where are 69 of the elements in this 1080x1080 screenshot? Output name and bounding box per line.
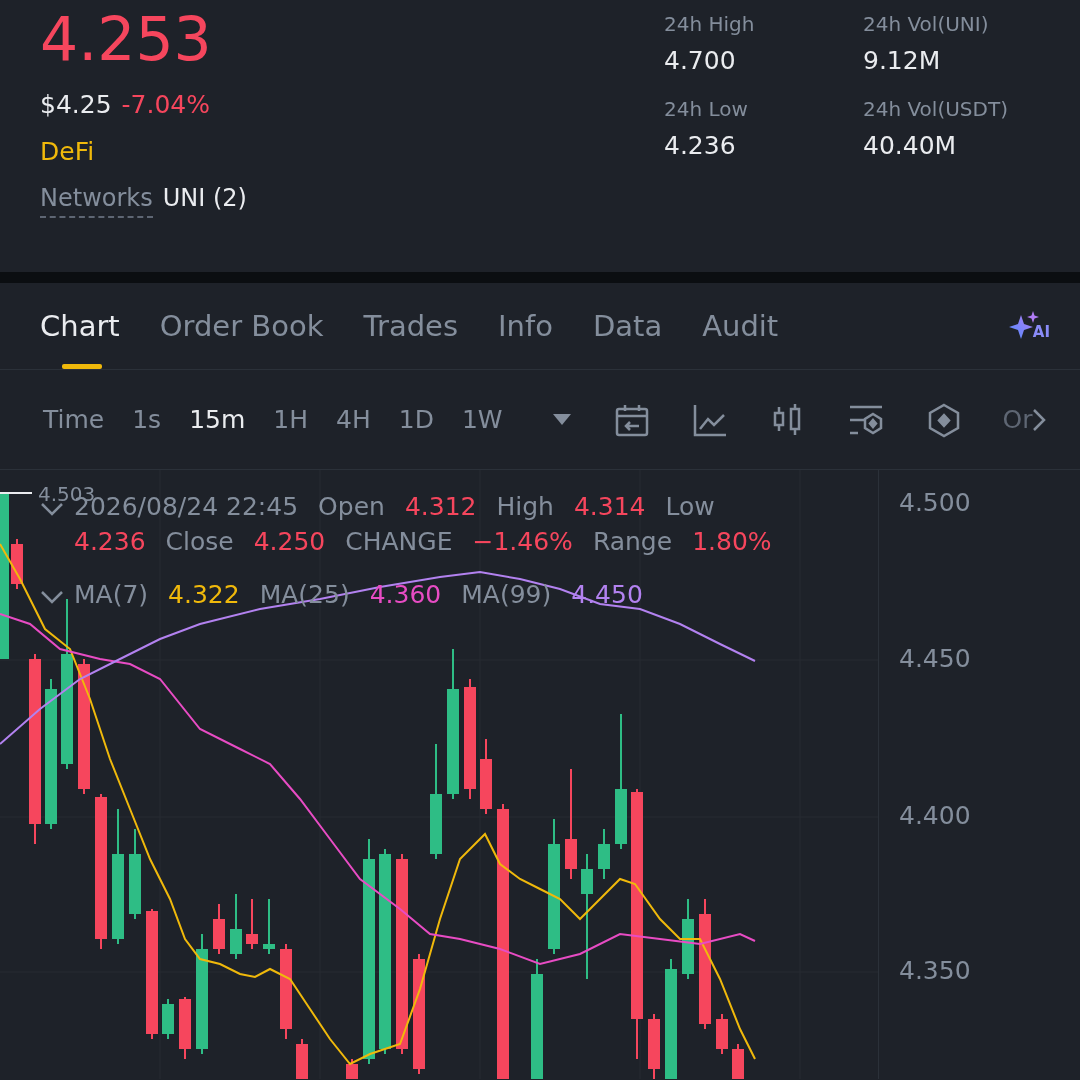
tab[interactable]: Trades [363,282,459,370]
candle [213,903,225,955]
more-tool[interactable]: Or [1002,405,1033,434]
tab[interactable]: Info [498,282,553,370]
price-axis-label: 4.400 [899,801,971,830]
caret-down-icon[interactable] [552,414,571,425]
last-price: 4.253 [40,4,213,74]
ma-label: MA(99) [461,580,552,609]
candle [732,1043,744,1079]
candle [346,1058,358,1079]
high-marker-line [0,492,33,494]
price-change: -7.04% [121,90,211,119]
candle [598,828,610,880]
ohlc-value: 4.314 [573,492,646,521]
interval-tab[interactable]: 1W [461,405,503,434]
stat-value: 9.12M [863,46,942,75]
tab[interactable]: Order Book [159,282,324,370]
interval-tab[interactable]: 1s [132,405,162,434]
candle [162,998,174,1040]
chevron-down-icon[interactable] [40,502,64,516]
stat-label: 24h Vol(USDT) [863,97,1009,121]
stat-value: 4.236 [664,131,737,160]
ma-value: 4.360 [369,580,442,609]
ohlc-label: Close [165,527,234,556]
ohlc-label: Low [665,492,715,521]
stat-label: 24h Low [664,97,749,121]
candle [230,893,242,960]
candle [11,538,23,590]
interval-tab[interactable]: 1D [398,405,434,434]
ohlc-value: 4.312 [404,492,477,521]
candle [716,1013,728,1055]
tab[interactable]: Data [592,282,663,370]
chevron-right-icon[interactable] [1032,407,1047,432]
ohlc-value: −1.46% [472,527,573,556]
ohlc-label: CHANGE [345,527,453,556]
ma-value: 4.450 [571,580,643,609]
candle [296,1038,308,1079]
ma-value: 4.322 [168,580,240,609]
ohlc-label: Range [592,527,673,556]
interval-tab[interactable]: 4H [336,405,371,434]
candle [648,1013,660,1079]
ma-label: MA(25) [259,580,350,609]
stat-label: 24h High [664,12,756,36]
candle [263,898,275,955]
ohlc-label: Open [318,492,385,521]
stat-value: 4.700 [664,46,737,75]
networks-label[interactable]: Networks [40,184,153,218]
ohlc-value: 4.236 [74,527,146,556]
ohlc-value: 4.250 [253,527,326,556]
stat-value: 40.40M [863,131,958,160]
networks-value: UNI (2) [162,184,247,212]
tab[interactable]: Audit [702,282,779,370]
usd-price: $4.25 [40,90,112,119]
price-axis-label: 4.350 [899,956,971,985]
interval-tab[interactable]: 1H [273,405,308,434]
candle [246,898,258,950]
category-tag[interactable]: DeFi [40,137,664,166]
ohlc-label: High [496,492,554,521]
stat-label: 24h Vol(UNI) [863,12,990,36]
interval-tab[interactable]: 15m [189,405,246,434]
ai-label[interactable]: AI [1032,323,1050,341]
chevron-down-icon[interactable] [40,590,64,604]
price-axis-label: 4.450 [899,644,971,673]
ohlc-value: 1.80% [692,527,772,556]
candle [179,996,191,1060]
tab[interactable]: Chart [40,282,120,370]
price-axis-label: 4.500 [899,488,971,517]
time-label: Time [43,405,105,434]
ma-label: MA(7) [74,580,149,609]
